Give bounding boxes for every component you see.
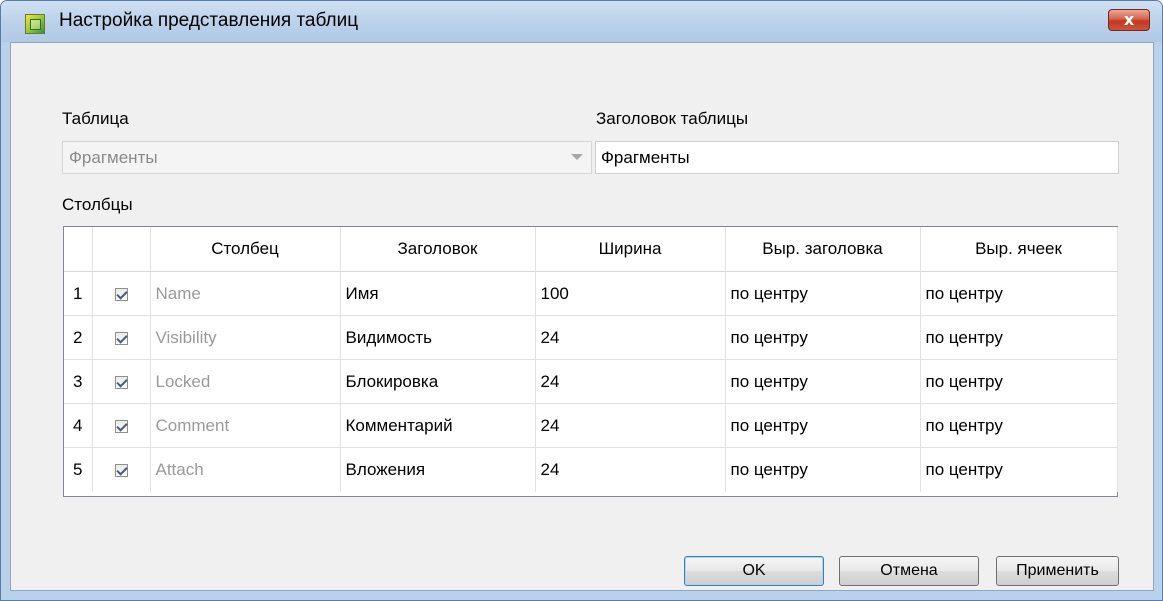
checkmark-icon[interactable] [114, 463, 128, 477]
table-row[interactable]: 1 Name Имя 100 по центру по центру [64, 271, 1118, 316]
columns-table: Столбец Заголовок Ширина Выр. заголовка … [64, 227, 1118, 492]
title-bar[interactable]: Настройка представления таблиц x [1, 1, 1162, 42]
dialog-body: Таблица Фрагменты Заголовок таблицы Стол… [10, 42, 1154, 591]
table-select[interactable]: Фрагменты [62, 141, 592, 174]
column-name-cell: Comment [150, 403, 341, 448]
caption-cell[interactable]: Имя [340, 271, 536, 316]
width-cell[interactable]: 24 [535, 359, 726, 404]
column-name-cell: Attach [150, 447, 341, 492]
app-icon [25, 14, 45, 34]
visible-checkbox-cell[interactable] [92, 359, 151, 404]
caption-cell[interactable]: Вложения [340, 447, 536, 492]
row-number: 2 [64, 315, 93, 360]
checkbox-header [92, 227, 151, 272]
columns-grid: Столбец Заголовок Ширина Выр. заголовка … [63, 226, 1118, 497]
caption-cell[interactable]: Видимость [340, 315, 536, 360]
cell-align-cell[interactable]: по центру [920, 447, 1118, 492]
row-number-header [64, 227, 93, 272]
width-cell[interactable]: 100 [535, 271, 726, 316]
visible-checkbox-cell[interactable] [92, 315, 151, 360]
column-name-cell: Visibility [150, 315, 341, 360]
cell-align-cell[interactable]: по центру [920, 315, 1118, 360]
caption-cell[interactable]: Блокировка [340, 359, 536, 404]
visible-checkbox-cell[interactable] [92, 447, 151, 492]
caption-cell[interactable]: Комментарий [340, 403, 536, 448]
width-cell[interactable]: 24 [535, 315, 726, 360]
close-button[interactable]: x [1108, 9, 1150, 31]
visible-checkbox-cell[interactable] [92, 403, 151, 448]
column-header-header-align[interactable]: Выр. заголовка [725, 227, 921, 272]
cell-align-cell[interactable]: по центру [920, 359, 1118, 404]
table-row[interactable]: 2 Visibility Видимость 24 по центру по ц… [64, 315, 1118, 360]
table-header-input[interactable] [595, 141, 1119, 174]
table-label: Таблица [62, 109, 129, 128]
grid-header-row: Столбец Заголовок Ширина Выр. заголовка … [64, 227, 1118, 272]
column-header-cell-align[interactable]: Выр. ячеек [920, 227, 1118, 272]
width-cell[interactable]: 24 [535, 403, 726, 448]
checkmark-icon[interactable] [114, 331, 128, 345]
cell-align-cell[interactable]: по центру [920, 271, 1118, 316]
chevron-down-icon [571, 154, 583, 160]
table-header-label: Заголовок таблицы [596, 109, 749, 128]
ok-button[interactable]: OK [684, 556, 824, 586]
window-title: Настройка представления таблиц [59, 10, 359, 31]
table-row[interactable]: 3 Locked Блокировка 24 по центру по цент… [64, 359, 1118, 404]
width-cell[interactable]: 24 [535, 447, 726, 492]
cancel-button[interactable]: Отмена [839, 556, 979, 586]
apply-button[interactable]: Применить [996, 556, 1119, 586]
column-header-caption[interactable]: Заголовок [340, 227, 536, 272]
visible-checkbox-cell[interactable] [92, 271, 151, 316]
table-row[interactable]: 5 Attach Вложения 24 по центру по центру [64, 447, 1118, 492]
header-align-cell[interactable]: по центру [725, 447, 921, 492]
header-align-cell[interactable]: по центру [725, 315, 921, 360]
column-name-cell: Name [150, 271, 341, 316]
columns-label: Столбцы [62, 195, 133, 214]
close-icon: x [1123, 10, 1135, 29]
checkmark-icon[interactable] [114, 419, 128, 433]
row-number: 5 [64, 447, 93, 492]
cell-align-cell[interactable]: по центру [920, 403, 1118, 448]
row-number: 3 [64, 359, 93, 404]
table-row[interactable]: 4 Comment Комментарий 24 по центру по це… [64, 403, 1118, 448]
row-number: 4 [64, 403, 93, 448]
header-align-cell[interactable]: по центру [725, 403, 921, 448]
header-align-cell[interactable]: по центру [725, 271, 921, 316]
checkmark-icon[interactable] [114, 287, 128, 301]
row-number: 1 [64, 271, 93, 316]
checkmark-icon[interactable] [114, 375, 128, 389]
header-align-cell[interactable]: по центру [725, 359, 921, 404]
dialog-window: Настройка представления таблиц x Таблица… [0, 0, 1163, 601]
table-select-value: Фрагменты [69, 148, 158, 167]
column-name-cell: Locked [150, 359, 341, 404]
column-header-width[interactable]: Ширина [535, 227, 726, 272]
column-header-column[interactable]: Столбец [150, 227, 341, 272]
